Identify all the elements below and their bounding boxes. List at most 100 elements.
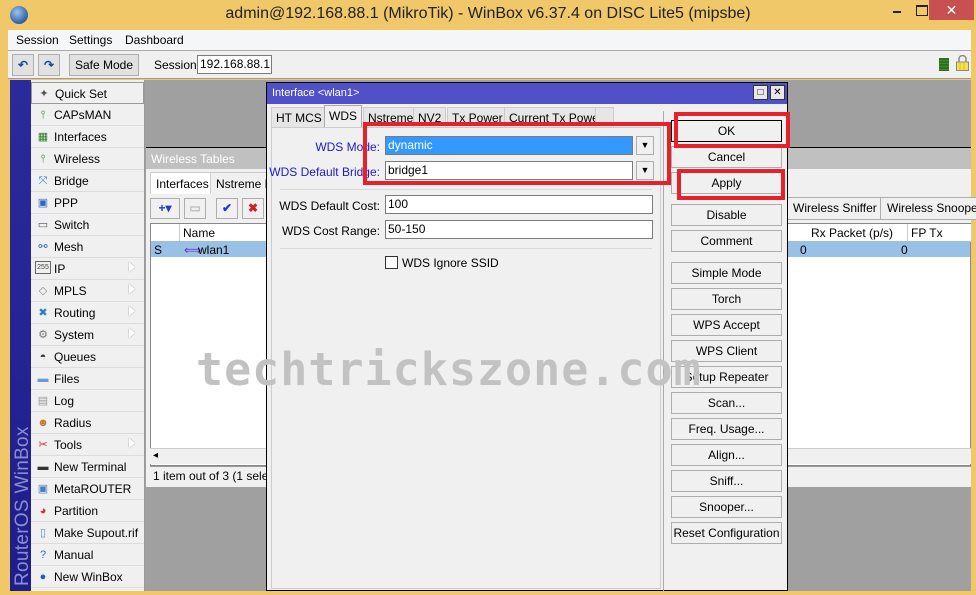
sidebar-item-label: Bridge (54, 174, 89, 188)
sidebar-item-ip[interactable]: 255 IP (31, 258, 144, 280)
safe-mode-button[interactable]: Safe Mode (69, 54, 139, 76)
tab-nv2[interactable]: NV2 (413, 107, 447, 127)
add-button[interactable]: +▾ (150, 198, 180, 219)
sniff-button[interactable]: Sniff... (671, 470, 782, 492)
sidebar-item-label: Quick Set (55, 87, 108, 101)
sidebar-item-partition[interactable]: ◕ Partition (31, 500, 144, 522)
wds-ignore-ssid-label: WDS Ignore SSID (402, 256, 499, 270)
sidebar-item-label: Wireless (54, 152, 101, 166)
sidebar-item-manual[interactable]: ? Manual (31, 544, 144, 566)
row-tx-packet: 0 (800, 243, 807, 257)
torch-button[interactable]: Torch (671, 288, 782, 310)
sidebar-item-mesh[interactable]: ⚯ Mesh (31, 236, 144, 258)
winbox-icon: ● (39, 571, 47, 583)
metarouter-icon: ▣ (37, 483, 49, 495)
wds-default-cost-input[interactable]: 100 (385, 195, 653, 214)
sidebar-item-radius[interactable]: ☻ Radius (31, 412, 144, 434)
separator (280, 189, 652, 190)
scan-button[interactable]: Scan... (671, 392, 782, 414)
ppp-icon: ▣ (37, 197, 49, 209)
sidebar-item-wireless[interactable]: ⫯ Wireless (31, 148, 144, 170)
sidebar-item-new-winbox[interactable]: ● New WinBox (31, 566, 144, 588)
tab-tx-power[interactable]: Tx Power (447, 107, 508, 127)
cancel-button[interactable]: Cancel (671, 146, 782, 168)
wds-mode-select[interactable]: dynamic (385, 136, 633, 155)
wds-tab-panel: WDS Mode: dynamic ▼ WDS Default Bridge: … (269, 127, 661, 589)
wds-cost-range-input[interactable]: 50-150 (385, 220, 653, 239)
disable-button[interactable]: Disable (671, 204, 782, 226)
sidebar-item-make-supout-rif[interactable]: ▯ Make Supout.rif (31, 522, 144, 544)
tab-ht-mcs[interactable]: HT MCS (271, 107, 327, 127)
wds-mode-label: WDS Mode: (315, 140, 380, 154)
sidebar-item-routing[interactable]: ✖ Routing (31, 302, 144, 324)
menu-dashboard[interactable]: Dashboard (125, 33, 184, 47)
menu-settings[interactable]: Settings (69, 33, 112, 47)
sidebar-item-new-terminal[interactable]: ▬ New Terminal (31, 456, 144, 478)
apply-button[interactable]: Apply (671, 172, 782, 194)
sidebar-item-capsman[interactable]: ⫯ CAPsMAN (31, 104, 144, 126)
ok-button[interactable]: OK (671, 120, 782, 142)
sidebar-item-metarouter[interactable]: ▣ MetaROUTER (31, 478, 144, 500)
dialog-titlebar[interactable]: Interface <wlan1> □ ✕ (267, 83, 787, 104)
tab-more[interactable] (595, 107, 614, 127)
tab-current-tx-power[interactable]: Current Tx Power (504, 107, 608, 127)
column-header-flag[interactable] (151, 224, 180, 242)
wds-mode-dropdown[interactable]: ▼ (636, 136, 654, 155)
sidebar-item-label: MetaROUTER (54, 482, 132, 496)
minimize-button[interactable] (884, 0, 914, 20)
freq-usage-button[interactable]: Freq. Usage... (671, 418, 782, 440)
routing-icon: ✖ (38, 307, 48, 319)
wds-cost-range-label: WDS Cost Range: (281, 224, 380, 238)
simple-mode-button[interactable]: Simple Mode (671, 262, 782, 284)
dialog-title: Interface <wlan1> (272, 87, 360, 99)
menu-bar: Session Settings Dashboard (8, 30, 971, 51)
sidebar-item-interfaces[interactable]: ▦ Interfaces (31, 126, 144, 148)
wps-client-button[interactable]: WPS Client (671, 340, 782, 362)
snooper-button[interactable]: Snooper... (671, 496, 782, 518)
window-titlebar: admin@192.168.88.1 (MikroTik) - WinBox v… (0, 0, 976, 30)
column-header-rx-packet[interactable]: Rx Packet (p/s) (808, 224, 908, 242)
wds-default-bridge-select[interactable]: bridge1 (385, 161, 633, 180)
sidebar-item-tools[interactable]: ✂ Tools (31, 434, 144, 456)
undo-button[interactable]: ↶ (12, 54, 34, 76)
tab-wds[interactable]: WDS (324, 105, 362, 127)
sidebar-item-system[interactable]: ⚙ System (31, 324, 144, 346)
dialog-close-button[interactable]: ✕ (770, 85, 785, 100)
users-icon: ☻ (37, 417, 49, 429)
queues-icon: ◓ (39, 351, 47, 363)
wireless-snooper-button[interactable]: Wireless Snooper (880, 197, 976, 220)
switch-icon: ▭ (37, 219, 49, 231)
row-flag: S (154, 243, 163, 257)
separator (280, 248, 652, 249)
dialog-button-column: OK Cancel Apply Disable Comment Simple M… (663, 111, 785, 591)
sidebar-item-label: Files (54, 372, 80, 386)
menu-session[interactable]: Session (16, 33, 59, 47)
sidebar-item-files[interactable]: ▬ Files (31, 368, 144, 390)
sidebar-item-mpls[interactable]: ◇ MPLS (31, 280, 144, 302)
wireless-tables-title: Wireless Tables (151, 152, 235, 166)
sidebar-item-quick-set[interactable]: ✦ Quick Set (31, 82, 144, 104)
sidebar-item-log[interactable]: ▤ Log (31, 390, 144, 412)
column-header-fp-tx[interactable]: FP Tx (908, 224, 972, 242)
sidebar-item-ppp[interactable]: ▣ PPP (31, 192, 144, 214)
wps-accept-button[interactable]: WPS Accept (671, 314, 782, 336)
wds-ignore-ssid-checkbox[interactable] (385, 256, 398, 269)
undo-icon: ↶ (17, 58, 29, 72)
interface-dialog: Interface <wlan1> □ ✕ HT MCS WDS Nstreme… (266, 82, 788, 591)
scroll-left-icon[interactable]: ◂ (153, 450, 158, 461)
redo-button[interactable]: ↷ (38, 54, 60, 76)
close-button[interactable]: ✕ (929, 0, 974, 20)
setup-repeater-button[interactable]: Setup Repeater (671, 366, 782, 388)
wireless-sniffer-button[interactable]: Wireless Sniffer (786, 197, 884, 220)
restore-button[interactable]: □ (753, 85, 768, 100)
toolbar: ↶ ↷ Safe Mode Session: 192.168.88.1 (8, 51, 971, 79)
sidebar-item-queues[interactable]: ◓ Queues (31, 346, 144, 368)
sidebar-item-bridge[interactable]: ⤧ Bridge (31, 170, 144, 192)
antenna-icon: ⫯ (40, 109, 46, 121)
wds-default-bridge-dropdown[interactable]: ▼ (636, 161, 654, 180)
comment-button[interactable]: Comment (671, 230, 782, 252)
sidebar-item-switch[interactable]: ▭ Switch (31, 214, 144, 236)
reset-configuration-button[interactable]: Reset Configuration (671, 522, 782, 544)
tab-nstreme[interactable]: Nstreme (363, 107, 419, 127)
align-button[interactable]: Align... (671, 444, 782, 466)
